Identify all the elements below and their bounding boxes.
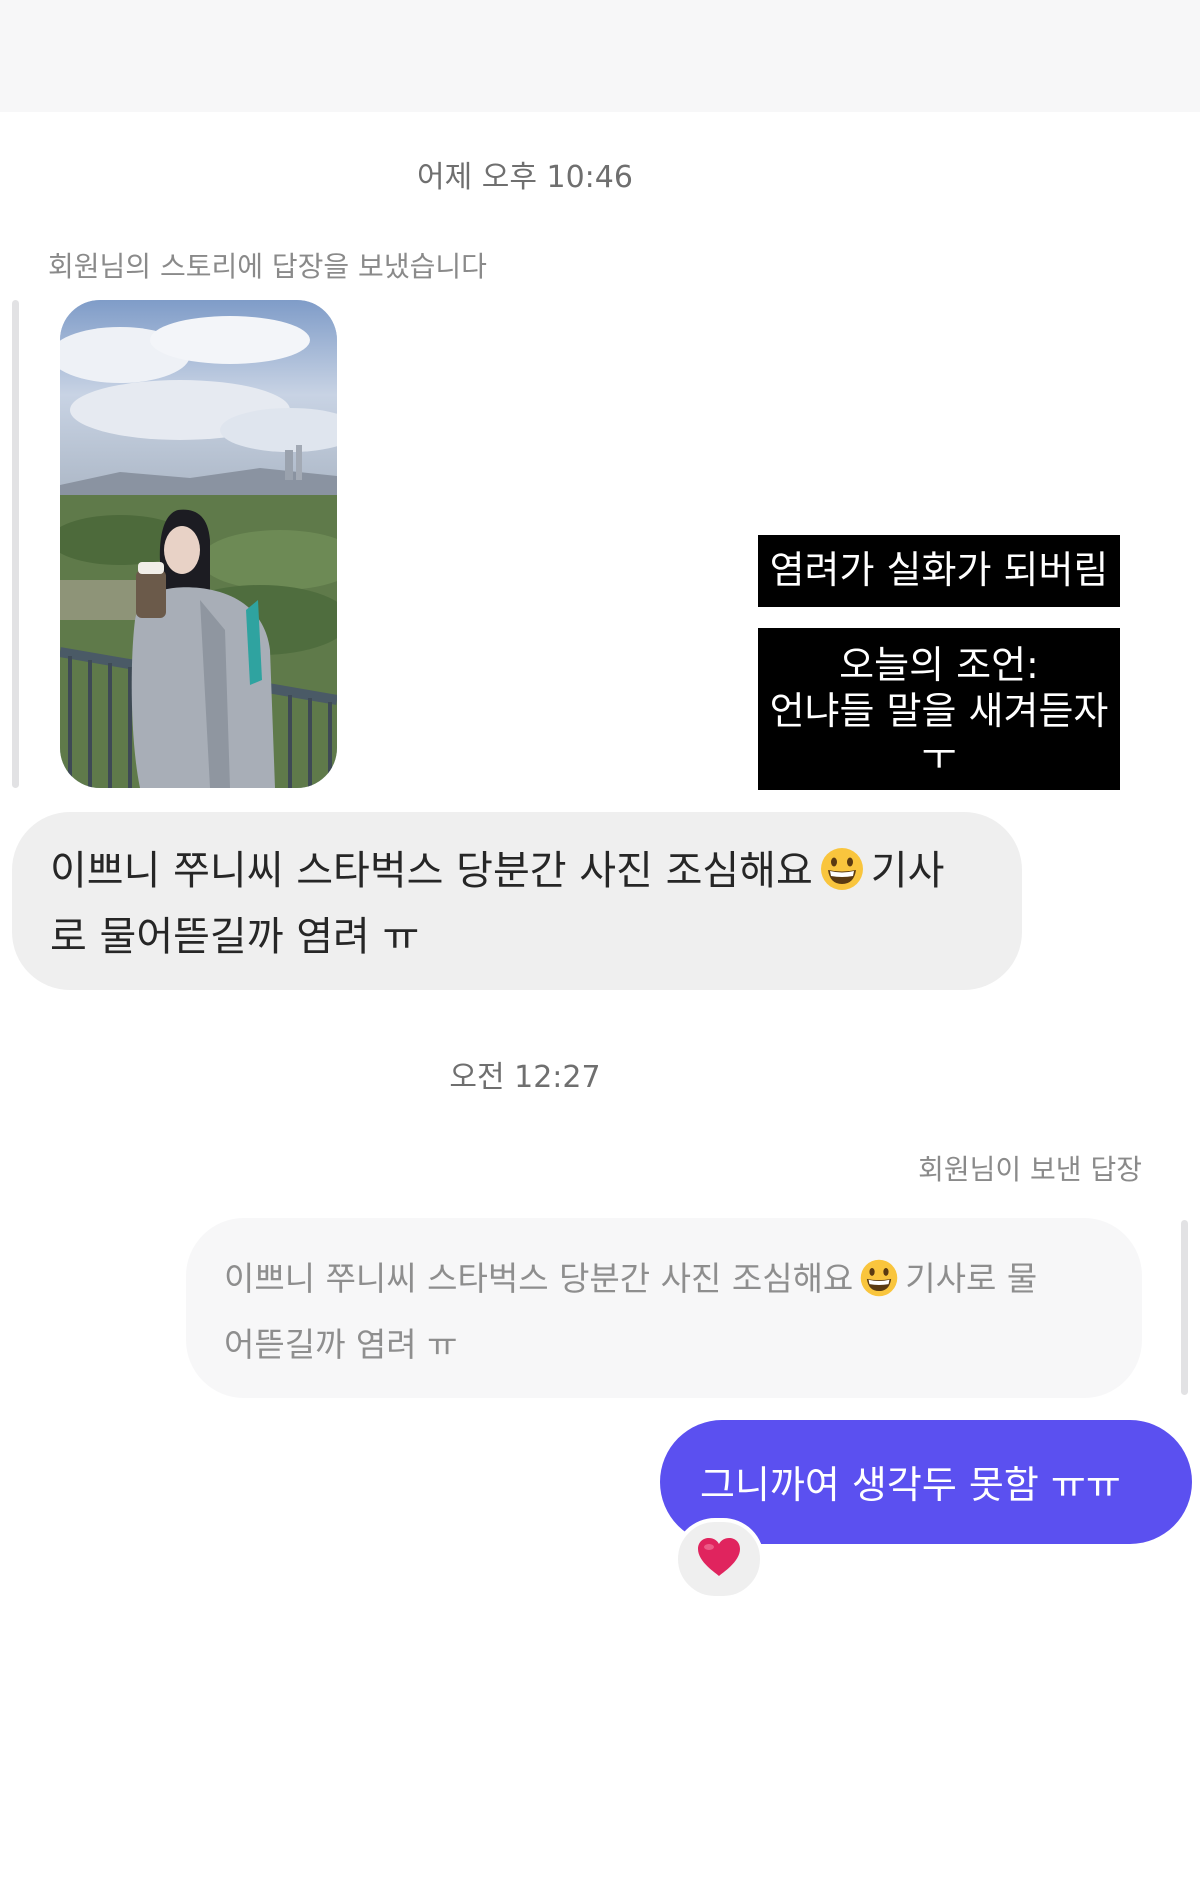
message-text: 기사로 물 xyxy=(905,1259,1038,1298)
grinning-face-emoji-icon xyxy=(819,846,865,908)
grinning-face-emoji-icon xyxy=(859,1258,899,1316)
message-reaction[interactable] xyxy=(674,1518,764,1600)
story-thumbnail[interactable] xyxy=(60,300,337,788)
incoming-message-bubble[interactable]: 이쁘니 쭈니씨 스타벅스 당분간 사진 조심해요 기사 로 물어뜯길까 염려 ㅠ xyxy=(12,812,1022,990)
quoted-message-bubble[interactable]: 이쁘니 쭈니씨 스타벅스 당분간 사진 조심해요 기사로 물 어뜯길까 염려 ㅠ xyxy=(186,1218,1142,1398)
message-line: 어뜯길까 염려 ㅠ xyxy=(224,1325,458,1364)
message-line: 이쁘니 쭈니씨 스타벅스 당분간 사진 조심해요 기사로 물 xyxy=(224,1250,1108,1316)
red-heart-icon xyxy=(696,1536,742,1582)
message-line: 로 물어뜯길까 염려 ㅠ xyxy=(50,914,420,960)
story-caption-advice: 오늘의 조언: 언냐들 말을 새겨듣자 ㅜ xyxy=(758,628,1120,790)
timestamp: 오전 12:27 xyxy=(449,1060,601,1095)
caption-line: 언냐들 말을 새겨듣자 xyxy=(769,689,1109,733)
timestamp: 어제 오후 10:46 xyxy=(417,160,633,195)
story-reply-label: 회원님의 스토리에 답장을 보냈습니다 xyxy=(48,250,487,283)
message-text: 이쁘니 쭈니씨 스타벅스 당분간 사진 조심해요 xyxy=(224,1259,854,1298)
story-caption-text: 염려가 실화가 되버림 xyxy=(758,535,1120,607)
message-line: 이쁘니 쭈니씨 스타벅스 당분간 사진 조심해요 기사 xyxy=(50,842,986,908)
story-photo-illustration xyxy=(60,300,337,788)
reply-indicator-bar xyxy=(1181,1220,1188,1395)
caption-line: 오늘의 조언: xyxy=(839,643,1039,687)
top-bar-background xyxy=(0,0,1200,112)
message-text: 기사 xyxy=(870,848,945,894)
message-text: 이쁘니 쭈니씨 스타벅스 당분간 사진 조심해요 xyxy=(50,848,813,894)
quoted-reply-label: 회원님이 보낸 답장 xyxy=(918,1153,1142,1186)
caption-line: ㅜ xyxy=(921,735,957,779)
reply-indicator-bar xyxy=(12,300,19,788)
